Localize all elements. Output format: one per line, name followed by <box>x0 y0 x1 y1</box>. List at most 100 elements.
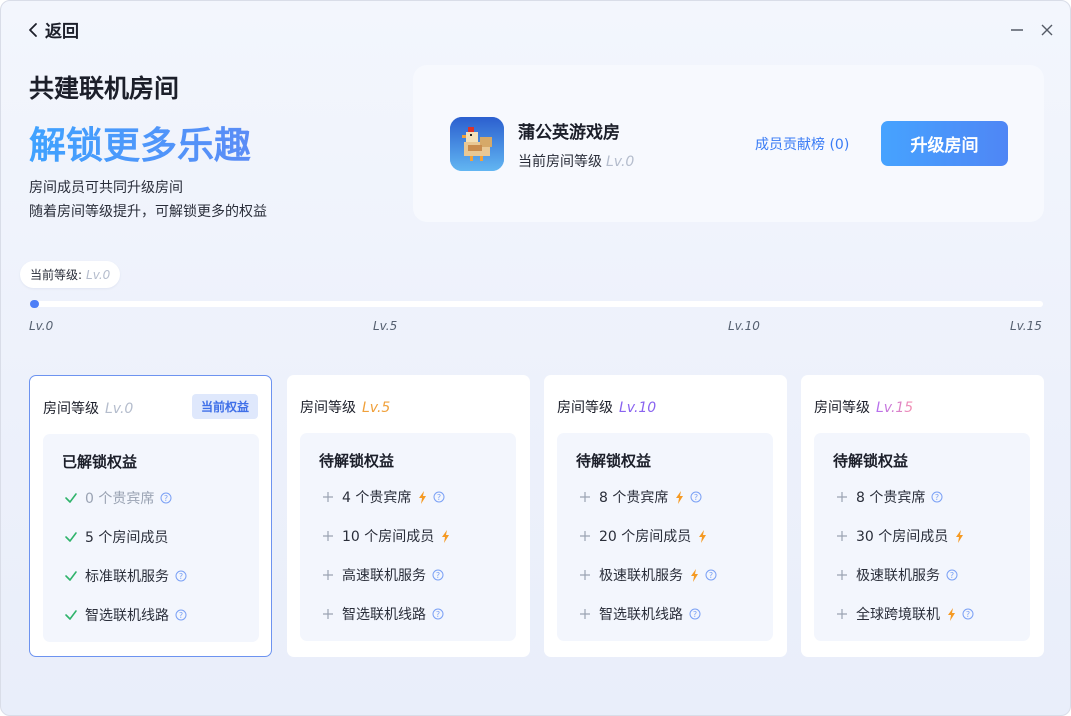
plus-icon <box>320 491 336 503</box>
level-progress-track <box>30 301 1043 307</box>
boost-icon <box>946 607 956 621</box>
description-line-2: 随着房间等级提升，可解锁更多的权益 <box>29 204 267 220</box>
level-card-heading-label: 房间等级 <box>557 400 613 416</box>
upgrade-room-button[interactable]: 升级房间 <box>881 121 1008 166</box>
benefit-item: 标准联机服务 ? <box>63 566 187 586</box>
svg-text:?: ? <box>693 610 697 619</box>
room-info-card: 蒲公英游戏房 当前房间等级 Lv.0 成员贡献榜 (0) 升级房间 <box>413 65 1044 222</box>
level-tick-0: Lv.0 <box>29 319 54 333</box>
help-icon[interactable]: ? <box>705 569 717 581</box>
level-card-lv5: 房间等级 Lv.5 待解锁权益 4 个贵宾席 ? 10 个房间成员 高速联机服务 … <box>287 375 530 657</box>
chevron-left-icon <box>29 22 37 37</box>
benefit-item: 10 个房间成员 <box>320 526 450 546</box>
level-progress-fill <box>30 300 39 308</box>
benefit-panel: 待解锁权益 8 个贵宾席 ? 20 个房间成员 极速联机服务 ? 智选联机线路 <box>557 433 773 641</box>
level-card-lv0: 房间等级 Lv.0 当前权益 已解锁权益 0 个贵宾席 ? 5 个房间成员 标准联… <box>29 375 272 657</box>
plus-icon <box>834 608 850 620</box>
help-icon[interactable]: ? <box>432 569 444 581</box>
plus-icon <box>834 569 850 581</box>
help-icon[interactable]: ? <box>175 609 187 621</box>
benefit-item: 20 个房间成员 <box>577 526 707 546</box>
help-icon[interactable]: ? <box>432 608 444 620</box>
plus-icon <box>577 569 593 581</box>
plus-icon <box>577 491 593 503</box>
svg-text:?: ? <box>164 494 168 503</box>
back-label: 返回 <box>45 22 79 42</box>
current-level-value: Lv.0 <box>86 267 111 282</box>
benefit-item: 智选联机线路 ? <box>320 604 444 624</box>
plus-icon <box>834 491 850 503</box>
benefit-item: 8 个贵宾席 ? <box>834 487 943 507</box>
benefit-section-title: 待解锁权益 <box>833 452 909 470</box>
room-level: 当前房间等级 Lv.0 <box>518 151 634 171</box>
level-tick-10: Lv.10 <box>728 319 760 333</box>
plus-icon <box>320 530 336 542</box>
boost-icon <box>697 529 707 543</box>
svg-text:?: ? <box>179 611 183 620</box>
benefit-item: 极速联机服务 ? <box>834 565 958 585</box>
level-card-level: Lv.0 <box>105 401 134 417</box>
current-level-pill: 当前等级: Lv.0 <box>20 261 121 288</box>
room-level-label: 当前房间等级 <box>518 154 602 170</box>
benefit-section-title: 待解锁权益 <box>576 452 652 470</box>
benefit-item-label: 0 个贵宾席 <box>85 491 155 507</box>
level-card-level: Lv.10 <box>619 400 657 416</box>
svg-text:?: ? <box>709 571 713 580</box>
close-button[interactable] <box>1036 19 1058 41</box>
help-icon[interactable]: ? <box>946 569 958 581</box>
room-upgrade-window: 返回 共建联机房间 解锁更多乐趣 房间成员可共同升级房间 随着房间等级提升，可解… <box>0 0 1071 716</box>
benefit-item-label: 智选联机线路 <box>599 607 683 623</box>
help-icon[interactable]: ? <box>433 491 445 503</box>
member-contribution-link[interactable]: 成员贡献榜 (0) <box>755 134 849 154</box>
level-card-heading-label: 房间等级 <box>300 400 356 416</box>
svg-text:?: ? <box>935 493 939 502</box>
room-level-value: Lv.0 <box>606 154 635 170</box>
benefit-panel: 已解锁权益 0 个贵宾席 ? 5 个房间成员 标准联机服务 ? 智选联机线路 ? <box>43 434 259 642</box>
svg-text:?: ? <box>950 571 954 580</box>
level-card-heading-label: 房间等级 <box>814 400 870 416</box>
help-icon[interactable]: ? <box>962 608 974 620</box>
benefit-item-label: 高速联机服务 <box>342 568 426 584</box>
benefit-section-title: 待解锁权益 <box>319 452 395 470</box>
benefit-item-label: 5 个房间成员 <box>85 530 169 546</box>
benefit-item: 高速联机服务 ? <box>320 565 444 585</box>
svg-text:?: ? <box>179 572 183 581</box>
plus-icon <box>577 608 593 620</box>
level-card-lv10: 房间等级 Lv.10 待解锁权益 8 个贵宾席 ? 20 个房间成员 极速联机服务… <box>544 375 787 657</box>
benefit-item: 8 个贵宾席 ? <box>577 487 702 507</box>
room-game-icon <box>450 117 504 171</box>
boost-icon <box>689 568 699 582</box>
boost-icon <box>417 490 427 504</box>
svg-text:?: ? <box>694 493 698 502</box>
check-icon <box>63 608 79 622</box>
level-card-heading: 房间等级 Lv.10 <box>557 397 656 417</box>
check-icon <box>63 491 79 505</box>
current-benefit-badge: 当前权益 <box>191 394 258 419</box>
benefit-item-label: 智选联机线路 <box>342 607 426 623</box>
benefit-item: 极速联机服务 ? <box>577 565 717 585</box>
help-icon[interactable]: ? <box>689 608 701 620</box>
page-slogan: 解锁更多乐趣 <box>29 115 251 169</box>
help-icon[interactable]: ? <box>931 491 943 503</box>
help-icon[interactable]: ? <box>160 492 172 504</box>
boost-icon <box>674 490 684 504</box>
help-icon[interactable]: ? <box>175 570 187 582</box>
plus-icon <box>320 569 336 581</box>
close-icon <box>1041 24 1053 36</box>
level-card-level: Lv.15 <box>876 400 914 416</box>
benefit-item: 智选联机线路 ? <box>577 604 701 624</box>
benefit-item: 4 个贵宾席 ? <box>320 487 445 507</box>
level-card-heading: 房间等级 Lv.0 <box>43 398 133 418</box>
check-icon <box>63 530 79 544</box>
back-button[interactable]: 返回 <box>27 17 79 42</box>
benefit-item-label: 极速联机服务 <box>856 568 940 584</box>
benefit-item-label: 20 个房间成员 <box>599 529 692 545</box>
benefit-item-label: 10 个房间成员 <box>342 529 435 545</box>
check-icon <box>63 569 79 583</box>
current-level-label: 当前等级: <box>30 268 83 282</box>
minimize-button[interactable] <box>1006 19 1028 41</box>
benefit-item-label: 标准联机服务 <box>85 569 169 585</box>
boost-icon <box>954 529 964 543</box>
help-icon[interactable]: ? <box>690 491 702 503</box>
svg-text:?: ? <box>436 571 440 580</box>
